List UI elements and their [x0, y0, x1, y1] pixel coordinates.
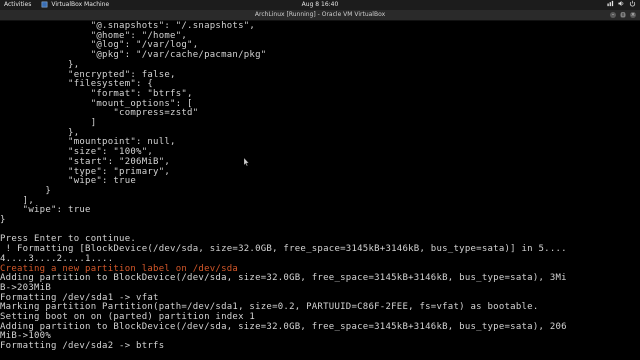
console-line: Press Enter to continue. — [0, 234, 137, 245]
console-line: }, — [0, 127, 80, 138]
console-line: B->203MiB — [0, 282, 52, 293]
app-menu-label: VirtualBox Machine — [51, 1, 110, 8]
console-line: "size": "100%", — [0, 147, 154, 158]
virtualbox-icon — [41, 1, 48, 8]
console-line: Setting boot on on (parted) partition in… — [0, 312, 256, 322]
console-line: Formatting /dev/sda1 -> vfat — [0, 292, 159, 303]
console-line: "encrypted": false, — [0, 69, 176, 80]
network-icon — [607, 0, 614, 7]
console-line: Creating a new partition label on /dev/s… — [0, 263, 239, 274]
volume-icon — [618, 1, 624, 6]
console-line: "mountpoint": null, — [0, 137, 176, 148]
top-bar-left: Activities VirtualBox Machine — [4, 0, 109, 10]
console-line: "filesystem": { — [0, 79, 154, 90]
clock[interactable]: Aug 8 16:40 — [302, 1, 339, 8]
app-menu[interactable]: VirtualBox Machine — [41, 0, 109, 10]
console-line: } — [0, 185, 52, 196]
console-line: Formatting /dev/sda2 -> btrfs — [0, 341, 165, 352]
console-line: 4....3....2....1.... — [0, 253, 114, 264]
console-line: ! Formatting [BlockDevice(/dev/sda, size… — [0, 244, 567, 255]
mouse-pointer-icon — [244, 158, 249, 166]
console-line: "compress=zstd" — [0, 108, 199, 119]
console-line: Marking partition Partition(path=/dev/sd… — [0, 302, 539, 313]
maximize-icon[interactable]: □ — [620, 12, 626, 18]
console-line: "@home": "/home", — [0, 30, 188, 41]
console-line: "type": "primary", — [0, 166, 171, 177]
vm-window-titlebar[interactable]: ArchLinux [Running] - Oracle VM VirtualB… — [0, 10, 640, 21]
console-line: "start": "206MiB", — [0, 156, 171, 167]
console-line: "@pkg": "/var/cache/pacman/pkg" — [0, 50, 267, 61]
console-line: ] — [0, 118, 97, 128]
console-line: ], — [0, 195, 35, 206]
console-line: } — [0, 215, 6, 225]
system-top-bar: Activities VirtualBox Machine Aug 8 16:4… — [0, 0, 640, 10]
console-line: "@.snapshots": "/.snapshots", — [0, 21, 256, 31]
console-line: "wipe": true — [0, 176, 137, 187]
console-line: "wipe": true — [0, 205, 91, 216]
console-line: "mount_options": [ — [0, 98, 193, 109]
window-controls: – □ × — [610, 12, 636, 18]
power-icon — [629, 0, 636, 7]
minimize-icon[interactable]: – — [610, 12, 616, 18]
system-tray[interactable] — [607, 0, 636, 7]
vm-console[interactable]: "@.snapshots": "/.snapshots", "@home": "… — [0, 21, 640, 360]
console-line: Adding partition to BlockDevice(/dev/sda… — [0, 273, 567, 284]
console-line: "@log": "/var/log", — [0, 40, 199, 51]
close-icon[interactable]: × — [630, 12, 636, 18]
console-line: }, — [0, 59, 80, 70]
console-line: "format": "btrfs", — [0, 88, 193, 99]
vm-window-title: ArchLinux [Running] - Oracle VM VirtualB… — [254, 11, 386, 18]
console-line: MiB->100% — [0, 331, 52, 342]
activities-button[interactable]: Activities — [4, 0, 31, 10]
console-line: Adding partition to BlockDevice(/dev/sda… — [0, 321, 567, 332]
